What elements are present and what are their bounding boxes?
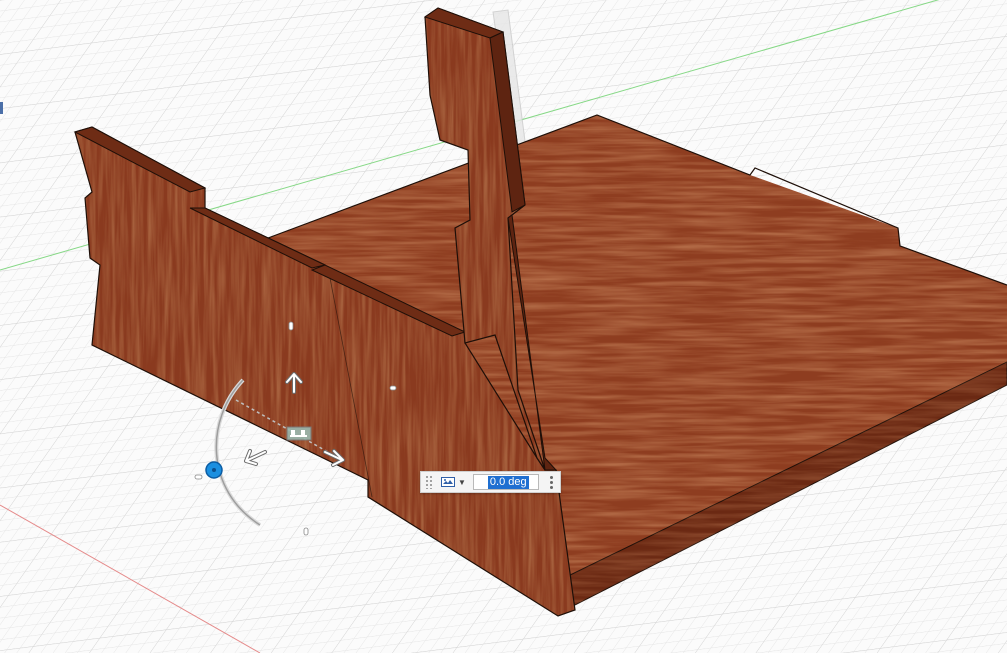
minor-handle[interactable] [288, 321, 294, 331]
left-edge-marker [0, 102, 3, 114]
minor-handle[interactable] [303, 527, 309, 536]
chevron-down-icon: ▼ [458, 477, 466, 487]
rotation-mode-dropdown[interactable]: ▼ [441, 474, 466, 490]
toolbar-grip-handle[interactable] [425, 475, 433, 489]
canvas-viewport[interactable]: ▼ 0.0 deg [0, 0, 1007, 653]
rotate-mode-icon [441, 477, 455, 487]
3d-scene[interactable] [0, 0, 1007, 653]
manipulator-toolbar: ▼ 0.0 deg [420, 471, 561, 493]
rotation-angle-value: 0.0 deg [487, 475, 529, 489]
more-options-icon[interactable] [549, 475, 555, 489]
minor-handle[interactable] [194, 474, 203, 480]
plane-handle[interactable] [286, 426, 312, 441]
minor-handle[interactable] [389, 385, 397, 391]
rotation-angle-input[interactable]: 0.0 deg [472, 474, 539, 490]
